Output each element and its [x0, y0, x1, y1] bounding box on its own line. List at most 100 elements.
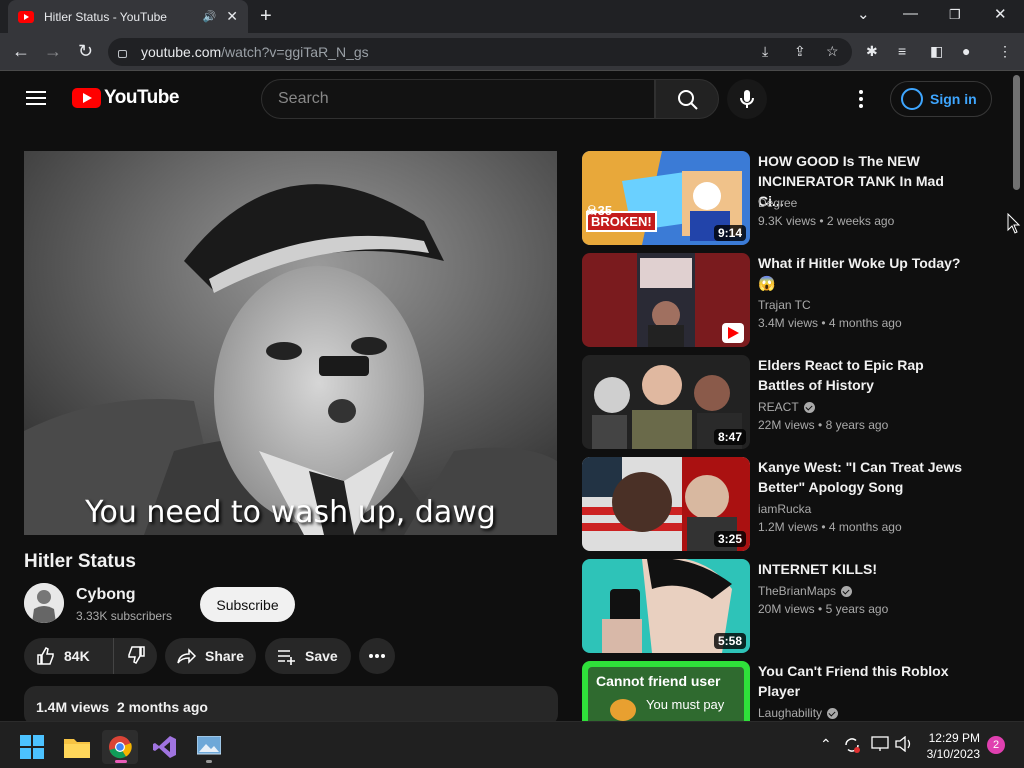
recommendation-thumbnail[interactable]: Cannot friend user You must pay [582, 661, 750, 721]
dislike-button[interactable] [114, 645, 146, 668]
window-close-icon[interactable]: ✕ [994, 5, 1007, 23]
recommendation-item[interactable]: BROKEN! ☠35 9:14 HOW GOOD Is The NEW INC… [582, 151, 992, 247]
thumbs-up-icon [37, 647, 54, 665]
search-icon [678, 90, 698, 110]
recommendation-title[interactable]: INTERNET KILLS! [758, 559, 970, 579]
voice-search-button[interactable] [727, 79, 767, 119]
subscriber-count: 3.33K subscribers [76, 609, 173, 623]
sign-in-button[interactable]: Sign in [890, 81, 992, 117]
video-player[interactable]: You need to wash up, dawg [24, 151, 557, 535]
recommendation-title[interactable]: What if Hitler Woke Up Today? 😱 [758, 253, 970, 293]
channel-name[interactable]: Cybong [76, 586, 136, 604]
settings-kebab-icon[interactable] [856, 89, 866, 109]
bookmark-star-icon[interactable]: ☆ [826, 43, 839, 60]
youtube-logo[interactable]: YouTube [72, 87, 179, 109]
recommendation-channel[interactable]: Degree [758, 196, 797, 210]
sync-icon[interactable] [843, 736, 861, 754]
recommendation-title[interactable]: You Can't Friend this Roblox Player [758, 661, 970, 701]
start-button[interactable] [14, 730, 50, 764]
visual-studio-button[interactable] [147, 730, 183, 764]
recommendation-thumbnail[interactable]: 3:25 [582, 457, 750, 551]
more-actions-button[interactable] [359, 638, 395, 674]
recommendation-item[interactable]: What if Hitler Woke Up Today? 😱 Trajan T… [582, 253, 992, 349]
new-tab-icon[interactable]: + [260, 5, 272, 28]
volume-icon[interactable] [895, 736, 913, 752]
back-icon[interactable]: ← [12, 41, 30, 62]
thumbnail-text: Cannot friend user [596, 673, 721, 689]
save-button[interactable]: Save [265, 638, 351, 674]
media-controls-icon[interactable]: ≡ [898, 43, 906, 59]
verified-icon [803, 401, 815, 413]
windows-logo-icon [20, 735, 44, 759]
extensions-icon[interactable]: ✱ [866, 43, 878, 60]
thumbnail-number: ☠35 [586, 203, 613, 218]
recommendation-channel[interactable]: TheBrianMaps [758, 584, 853, 598]
recommendation-thumbnail[interactable] [582, 253, 750, 347]
youtube-favicon-icon [18, 10, 34, 23]
subscribe-button[interactable]: Subscribe [200, 587, 295, 622]
minimize-icon[interactable]: — [903, 5, 918, 22]
file-explorer-button[interactable] [59, 730, 95, 764]
video-caption: You need to wash up, dawg [85, 495, 496, 530]
recommendation-item[interactable]: 5:58 INTERNET KILLS! TheBrianMaps 20M vi… [582, 559, 992, 655]
recommendation-title[interactable]: Elders React to Epic Rap Battles of Hist… [758, 355, 970, 395]
like-count: 84K [64, 648, 90, 664]
notification-badge[interactable]: 2 [987, 736, 1005, 754]
network-icon[interactable] [871, 736, 889, 752]
browser-tab[interactable]: Hitler Status - YouTube 🔊 ✕ [8, 0, 248, 33]
recommendation-thumbnail[interactable]: 5:58 [582, 559, 750, 653]
account-circle-icon [901, 88, 923, 110]
recommendation-item[interactable]: 8:47 Elders React to Epic Rap Battles of… [582, 355, 992, 451]
share-button[interactable]: Share [165, 638, 256, 674]
share-label: Share [205, 648, 244, 664]
thumbnail-character [610, 699, 636, 721]
recommendation-thumbnail[interactable]: BROKEN! ☠35 9:14 [582, 151, 750, 245]
microphone-icon [740, 90, 754, 108]
clock-time: 12:29 PM [928, 731, 980, 745]
youtube-header: YouTube Search Sign in [0, 71, 1010, 127]
share-page-icon[interactable]: ⇪ [794, 43, 806, 60]
tab-close-icon[interactable]: ✕ [226, 8, 238, 25]
side-panel-icon[interactable]: ◧ [930, 43, 943, 60]
open-app-indicator [206, 760, 212, 763]
search-input[interactable]: Search [261, 79, 655, 119]
reload-icon[interactable]: ↻ [78, 41, 93, 62]
recommendation-channel[interactable]: Trajan TC [758, 298, 811, 312]
youtube-play-logo-icon [72, 88, 101, 108]
scrollbar-thumb[interactable] [1013, 75, 1020, 190]
recommendation-item[interactable]: 3:25 Kanye West: "I Can Treat Jews Bette… [582, 457, 992, 553]
chrome-taskbar-button[interactable] [102, 730, 138, 764]
chrome-menu-icon[interactable]: ⋮ [998, 43, 1012, 60]
browser-toolbar: ← → ↻ youtube.com/watch?v=ggiTaR_N_gs ⤓ … [0, 33, 1024, 71]
recommendation-thumbnail[interactable]: 8:47 [582, 355, 750, 449]
view-count: 1.4M views [36, 699, 110, 715]
recommendation-channel[interactable]: Laughability [758, 706, 839, 720]
show-hidden-icons-chevron-icon[interactable]: ⌃ [820, 736, 832, 753]
forward-icon[interactable]: → [44, 41, 62, 62]
profile-icon[interactable]: ● [962, 43, 970, 59]
video-title: Hitler Status [24, 551, 136, 572]
address-bar[interactable]: youtube.com/watch?v=ggiTaR_N_gs [108, 38, 852, 66]
youtube-logo-text: YouTube [104, 87, 179, 108]
recommendation-channel[interactable]: REACT [758, 400, 815, 414]
thumbnail-image [582, 253, 750, 347]
audio-playing-icon[interactable]: 🔊 [203, 10, 217, 23]
like-dislike-group: 84K [24, 638, 157, 674]
search-button[interactable] [655, 79, 719, 119]
thumbs-down-icon [128, 645, 145, 664]
page-scrollbar[interactable] [1010, 71, 1024, 721]
recommendation-title[interactable]: Kanye West: "I Can Treat Jews Better" Ap… [758, 457, 970, 497]
channel-avatar[interactable] [24, 583, 64, 623]
recommendation-channel[interactable]: iamRucka [758, 502, 811, 516]
description-box[interactable]: 1.4M views 2 months ago [24, 686, 558, 726]
guide-menu-icon[interactable] [26, 91, 46, 105]
lock-icon[interactable] [118, 50, 127, 58]
restore-icon[interactable]: ❐ [949, 7, 961, 23]
install-app-icon[interactable]: ⤓ [762, 43, 768, 60]
photos-app-button[interactable] [191, 730, 227, 764]
verified-icon [827, 707, 839, 719]
recommendation-item[interactable]: Cannot friend user You must pay You Can'… [582, 661, 992, 721]
tab-search-chevron-icon[interactable]: ⌄ [857, 5, 870, 23]
like-button[interactable]: 84K [24, 638, 114, 674]
system-clock[interactable]: 12:29 PM 3/10/2023 [924, 730, 980, 762]
